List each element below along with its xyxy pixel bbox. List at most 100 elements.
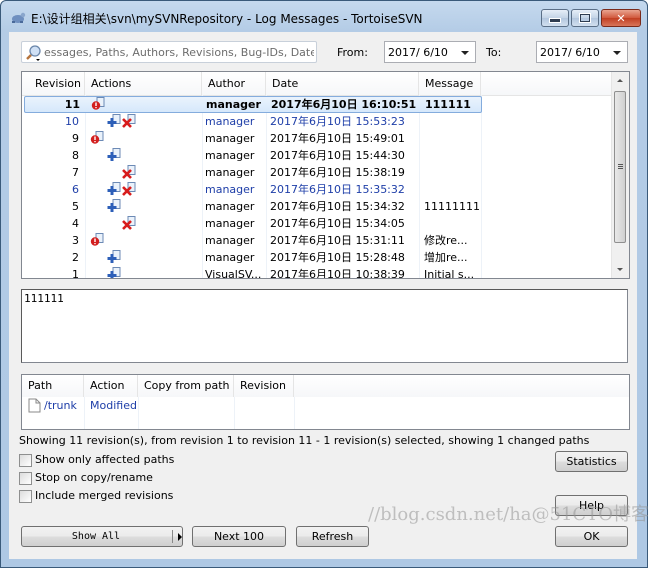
date-cell: 2017年6月10日 15:31:11 bbox=[270, 234, 405, 247]
revision-row[interactable]: 10 manager 2017年6月10日 15:53:23 bbox=[22, 113, 612, 130]
date-cell: 2017年6月10日 15:44:30 bbox=[270, 149, 405, 162]
title-bar[interactable]: E:\设计组相关\svn\mySVNRepository - Log Messa… bbox=[1, 1, 647, 33]
date-cell: 2017年6月10日 15:53:23 bbox=[270, 115, 405, 128]
message-cell: 111111 bbox=[425, 98, 471, 111]
status-text: Showing 11 revision(s), from revision 1 … bbox=[19, 434, 590, 447]
column-header-path[interactable]: Path bbox=[22, 375, 84, 397]
checkbox-box[interactable] bbox=[19, 454, 32, 467]
minimize-button[interactable] bbox=[541, 9, 569, 27]
author-cell: manager bbox=[205, 132, 255, 145]
minimize-icon bbox=[549, 18, 561, 23]
from-date-value: 2017/ 6/10 bbox=[388, 46, 448, 59]
action-added-icon bbox=[107, 199, 121, 213]
date-cell: 2017年6月10日 15:38:19 bbox=[270, 166, 405, 179]
watermark: //blog.csdn.net/ha@51CTO博客 bbox=[368, 504, 648, 525]
checkbox-box[interactable] bbox=[19, 490, 32, 503]
search-placeholder: essages, Paths, Authors, Revisions, Bug-… bbox=[44, 46, 314, 59]
search-input[interactable]: essages, Paths, Authors, Revisions, Bug-… bbox=[21, 41, 317, 63]
log-messages-window: E:\设计组相关\svn\mySVNRepository - Log Messa… bbox=[0, 0, 648, 568]
message-cell bbox=[424, 215, 480, 232]
changed-paths-list[interactable]: Path Action Copy from path Revision /tru… bbox=[21, 374, 630, 430]
revision-list-scrollbar[interactable] bbox=[611, 72, 629, 278]
revision-row[interactable]: 3 manager 2017年6月10日 15:31:11 修改re... bbox=[22, 232, 612, 249]
message-cell bbox=[424, 164, 480, 181]
action-added-icon bbox=[107, 182, 121, 196]
message-cell bbox=[424, 147, 480, 164]
revision-cell: 8 bbox=[72, 149, 79, 162]
revision-row[interactable]: 2 manager 2017年6月10日 15:28:48 增加re... bbox=[22, 249, 612, 266]
revision-row[interactable]: 9 manager 2017年6月10日 15:49:01 bbox=[22, 130, 612, 147]
column-header-actions[interactable]: Actions bbox=[85, 72, 202, 95]
show-all-split-button[interactable]: Show All bbox=[21, 526, 183, 547]
revision-row[interactable]: 1 VisualSV... 2017年6月10日 10:38:39 Initial s… bbox=[22, 266, 612, 279]
action-added-icon bbox=[107, 148, 121, 162]
action-deleted-icon bbox=[122, 165, 136, 179]
date-cell: 2017年6月10日 15:49:01 bbox=[270, 132, 405, 145]
to-date-value: 2017/ 6/10 bbox=[540, 46, 600, 59]
message-cell bbox=[424, 130, 480, 147]
date-cell: 2017年6月10日 15:35:32 bbox=[270, 183, 405, 196]
revision-cell: 6 bbox=[72, 183, 79, 196]
dropdown-arrow-icon[interactable] bbox=[178, 533, 182, 541]
revision-row[interactable]: 11 manager 2017年6月10日 16:10:51 111111 bbox=[24, 96, 482, 113]
message-cell bbox=[424, 181, 480, 198]
revision-cell: 3 bbox=[72, 234, 79, 247]
log-message-text: 111111 bbox=[24, 292, 64, 305]
checkbox-label: Stop on copy/rename bbox=[35, 471, 153, 484]
file-icon bbox=[28, 398, 41, 413]
revision-row[interactable]: 5 manager 2017年6月10日 15:34:32 11111111 bbox=[22, 198, 612, 215]
column-header-copy-from-path[interactable]: Copy from path bbox=[138, 375, 234, 397]
column-header-message[interactable]: Message bbox=[419, 72, 481, 95]
revision-cell: 4 bbox=[72, 217, 79, 230]
action-deleted-icon bbox=[122, 114, 136, 128]
statistics-button[interactable]: Statistics bbox=[555, 451, 628, 472]
message-cell: 修改re... bbox=[424, 234, 468, 247]
date-cell: 2017年6月10日 16:10:51 bbox=[271, 98, 417, 111]
message-cell: Initial s... bbox=[424, 268, 475, 279]
checkbox-label: Include merged revisions bbox=[35, 489, 174, 502]
author-cell: manager bbox=[205, 166, 255, 179]
author-cell: manager bbox=[205, 149, 255, 162]
maximize-button[interactable] bbox=[571, 9, 599, 27]
column-header-author[interactable]: Author bbox=[202, 72, 266, 95]
column-header-revision[interactable]: Revision bbox=[22, 72, 85, 95]
action-deleted-icon bbox=[122, 182, 136, 196]
revision-cell: 5 bbox=[72, 200, 79, 213]
to-label: To: bbox=[486, 46, 502, 59]
path-value: /trunk bbox=[44, 399, 77, 412]
log-message-textbox[interactable]: 111111 bbox=[21, 289, 628, 363]
action-modified-icon bbox=[90, 233, 104, 247]
close-button[interactable]: ✕ bbox=[601, 9, 641, 27]
revision-row[interactable]: 4 manager 2017年6月10日 15:34:05 bbox=[22, 215, 612, 232]
revision-row[interactable]: 8 manager 2017年6月10日 15:44:30 bbox=[22, 147, 612, 164]
revision-cell: 11 bbox=[64, 98, 80, 111]
author-cell: manager bbox=[205, 234, 255, 247]
scroll-up-icon[interactable] bbox=[617, 79, 623, 82]
message-cell bbox=[424, 113, 480, 130]
scroll-down-icon[interactable] bbox=[617, 268, 623, 271]
to-date-picker[interactable]: 2017/ 6/10 bbox=[536, 41, 628, 63]
from-date-picker[interactable]: 2017/ 6/10 bbox=[384, 41, 476, 63]
next-100-button[interactable]: Next 100 bbox=[192, 526, 286, 547]
magnifier-icon[interactable] bbox=[25, 44, 43, 62]
column-header-date[interactable]: Date bbox=[266, 72, 419, 95]
checkbox-box[interactable] bbox=[19, 472, 32, 485]
author-cell: manager bbox=[205, 200, 255, 213]
ok-button[interactable]: OK bbox=[555, 526, 628, 547]
scrollbar-thumb[interactable] bbox=[614, 91, 626, 243]
message-cell: 增加re... bbox=[424, 251, 468, 264]
tortoisesvn-app-icon bbox=[12, 12, 26, 23]
action-value: Modified bbox=[90, 399, 137, 412]
author-cell: VisualSV... bbox=[205, 268, 262, 279]
revision-row[interactable]: 7 manager 2017年6月10日 15:38:19 bbox=[22, 164, 612, 181]
author-cell: manager bbox=[205, 115, 255, 128]
column-header-action[interactable]: Action bbox=[84, 375, 138, 397]
refresh-button[interactable]: Refresh bbox=[296, 526, 369, 547]
column-header-revision[interactable]: Revision bbox=[234, 375, 294, 397]
action-modified-icon bbox=[90, 131, 104, 145]
revision-row[interactable]: 6 manager 2017年6月10日 15:35:32 bbox=[22, 181, 612, 198]
revision-list[interactable]: Revision Actions Author Date Message 11 m… bbox=[21, 71, 630, 279]
date-cell: 2017年6月10日 15:28:48 bbox=[270, 251, 405, 264]
action-added-icon bbox=[107, 250, 121, 264]
changed-path-row[interactable]: /trunk Modified bbox=[22, 397, 629, 415]
